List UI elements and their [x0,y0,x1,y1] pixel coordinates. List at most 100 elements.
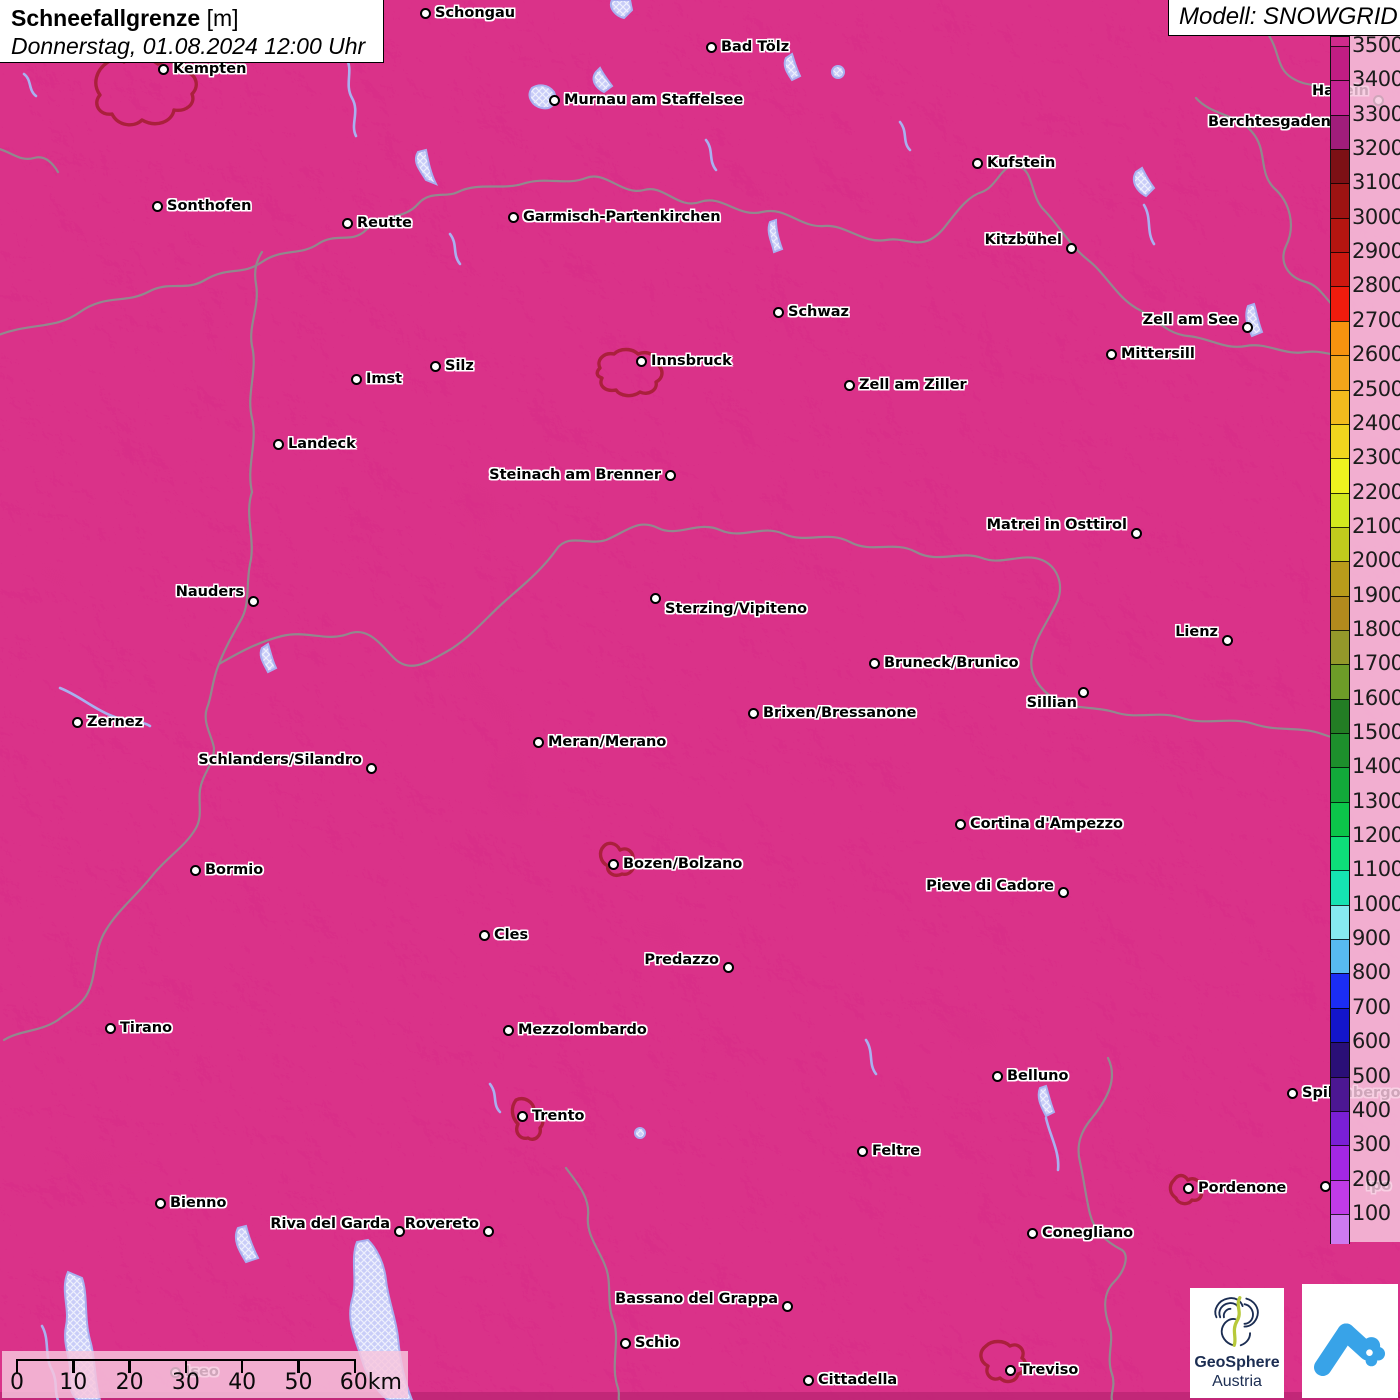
city-marker-cles [478,929,490,941]
colorbar-tick-3000: 3000 [1352,204,1400,229]
map-title-box: Schneefallgrenze [m] Donnerstag, 01.08.2… [0,0,384,63]
colorbar-segment-12 [1331,423,1349,460]
city-marker-rovereto [482,1225,494,1237]
geosphere-contours-icon [1214,1296,1259,1347]
colorbar-tick-2400: 2400 [1352,410,1400,435]
city-marker-belluno [991,1070,1003,1082]
colorbar-tick-1400: 1400 [1352,754,1400,779]
colorbar-segment-11 [1331,389,1349,425]
city-label-imst: Imst [366,371,403,387]
colorbar-segment-13 [1331,458,1349,494]
colorbar-segment-23 [1331,801,1349,838]
city-label-landeck: Landeck [288,436,356,452]
city-marker-kufstein [971,157,983,169]
colorbar-segment-24 [1331,836,1349,872]
colorbar-tick-1900: 1900 [1352,582,1400,607]
city-marker-bormio [189,864,201,876]
city-layer: Schongau Bad Tölz Kempten Murnau am Staffel… [0,0,1400,1400]
colorbar-segment-28 [1331,973,1349,1009]
city-marker-pordenone [1182,1182,1194,1194]
city-label-cortina-d-ampezzo: Cortina d'Ampezzo [970,816,1124,832]
city-label-trento: Trento [532,1108,585,1124]
city-marker-trento [516,1110,528,1122]
partner-logo-box [1302,1284,1398,1398]
colorbar-tick-400: 400 [1352,1097,1391,1122]
colorbar-tick-1100: 1100 [1352,857,1400,882]
colorbar-tick-2700: 2700 [1352,307,1400,332]
city-label-matrei-in-osttirol: Matrei in Osttirol [986,517,1127,533]
colorbar-tick-2900: 2900 [1352,239,1400,264]
scalebar-label-60km: 60km [339,1370,402,1395]
colorbar-segment-0 [1331,37,1349,46]
city-marker-innsbruck [635,355,647,367]
colorbar-tick-1600: 1600 [1352,685,1400,710]
model-label: Modell: SNOWGRID [1179,3,1398,30]
city-marker-zell-am-see [1241,321,1253,333]
city-label-kufstein: Kufstein [987,155,1056,171]
city-label-cles: Cles [494,927,529,943]
colorbar-segment-9 [1331,320,1349,357]
colorbar-tick-3100: 3100 [1352,170,1400,195]
city-marker-schio [619,1337,631,1349]
city-label-tirano: Tirano [120,1020,173,1036]
colorbar-tick-1300: 1300 [1352,788,1400,813]
colorbar-segment-4 [1331,149,1349,185]
city-label-cittadella: Cittadella [818,1372,898,1388]
city-marker-feltre [856,1145,868,1157]
city-label-riva-del-garda: Riva del Garda [270,1216,390,1232]
colorbar-tick-2100: 2100 [1352,513,1400,538]
city-label-zernez: Zernez [87,714,144,730]
city-marker-brixen-bressanone [747,707,759,719]
city-label-mittersill: Mittersill [1121,346,1195,362]
city-label-zell-am-see: Zell am See [1142,312,1238,328]
colorbar-segment-26 [1331,904,1349,941]
city-marker-matrei-in-osttirol [1130,527,1142,539]
colorbar-tick-3200: 3200 [1352,136,1400,161]
city-label-bassano-del-grappa: Bassano del Grappa [615,1291,778,1307]
city-marker-treviso [1004,1364,1016,1376]
colorbar-segment-18 [1331,629,1349,666]
colorbar-tick-600: 600 [1352,1029,1391,1054]
blue-mountain-icon [1314,1323,1386,1377]
city-label-schwaz: Schwaz [788,304,849,320]
city-label-mezzolombardo: Mezzolombardo [518,1022,647,1038]
colorbar-tick-1800: 1800 [1352,616,1400,641]
city-label-bienno: Bienno [170,1195,227,1211]
colorbar-segment-2 [1331,80,1349,116]
geosphere-logo-box: GeoSphere Austria [1190,1288,1284,1398]
city-marker-murnau-am-staffelsee [548,94,560,106]
city-marker-sillian [1077,686,1089,698]
city-marker-predazzo [722,961,734,973]
city-marker-nauders [247,595,259,607]
page-title: Schneefallgrenze [m] [11,4,373,32]
city-marker-riva-del-garda [393,1225,405,1237]
city-label-reutte: Reutte [357,215,413,231]
city-marker-kempten [157,63,169,75]
colorbar-segment-1 [1331,46,1349,82]
weather-map-page: Schongau Bad Tölz Kempten Murnau am Staffel… [0,0,1400,1400]
city-label-zell-am-ziller: Zell am Ziller [859,377,967,393]
city-marker-bruneck-brunico [868,657,880,669]
colorbar-tick-2300: 2300 [1352,445,1400,470]
city-marker-silz [429,360,441,372]
city-marker-lienz [1221,634,1233,646]
city-label-brixen-bressanone: Brixen/Bressanone [763,705,917,721]
colorbar-segment-16 [1331,561,1349,597]
colorbar-segment-5 [1331,183,1349,219]
colorbar-tick-1000: 1000 [1352,891,1400,916]
city-label-meran-merano: Meran/Merano [548,734,667,750]
city-marker-schlanders-silandro [365,762,377,774]
geosphere-logo-country: Austria [1212,1373,1262,1390]
colorbar-segment-35 [1331,1213,1349,1244]
city-marker-bad-t-lz [705,41,717,53]
city-label-garmisch-partenkirchen: Garmisch-Partenkirchen [523,209,721,225]
colorbar-segment-7 [1331,252,1349,288]
city-marker-pieve-di-cadore [1057,886,1069,898]
city-marker-garmisch-partenkirchen [507,211,519,223]
colorbar-tick-100: 100 [1352,1200,1391,1225]
city-label-schlanders-silandro: Schlanders/Silandro [198,752,362,768]
city-marker-zernez [71,716,83,728]
colorbar-tick-300: 300 [1352,1132,1391,1157]
city-marker-spilimbergo [1286,1087,1298,1099]
colorbar-segment-10 [1331,355,1349,391]
